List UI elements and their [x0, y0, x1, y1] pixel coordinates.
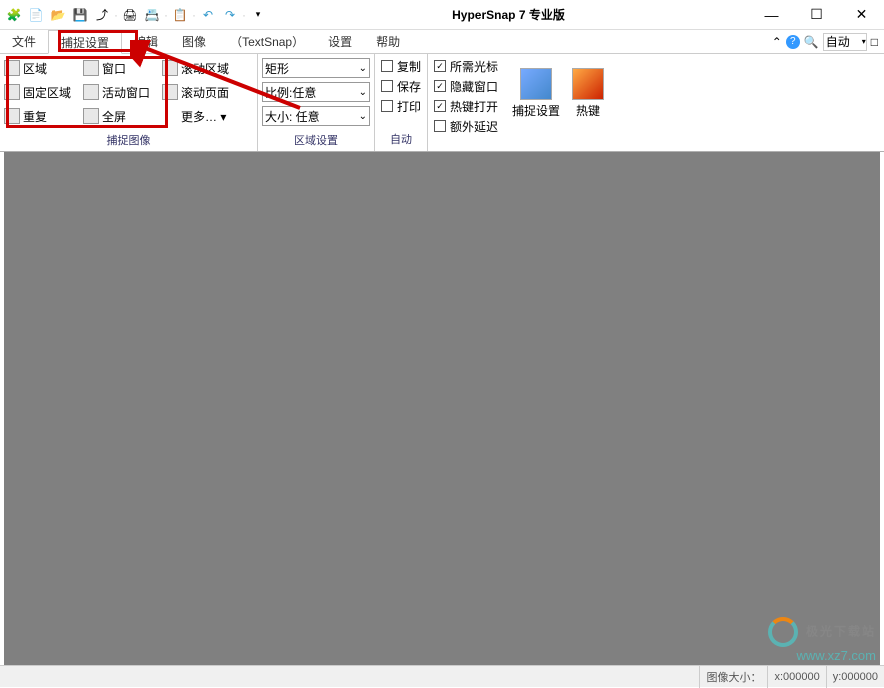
collapse-ribbon-icon[interactable]: ⌃ [772, 35, 782, 49]
ribbon-group-label: 自动 [375, 129, 427, 151]
capture-region-button[interactable]: 区域 [2, 56, 73, 80]
active-window-icon [83, 84, 99, 100]
scroll-region-icon [162, 60, 178, 76]
ribbon-group-region-settings: 矩形 比例:任意 大小: 任意 区域设置 [258, 54, 375, 151]
watermark: 极光下载站 www.xz7.com [768, 617, 876, 663]
check-hide-window[interactable]: ✓隐藏窗口 [430, 76, 502, 96]
ribbon: 区域 固定区域 重复 窗口 活动窗口 全屏 滚动区域 滚动页面 更多… ▾ 捕捉… [0, 54, 884, 152]
status-image-size: 图像大小： [699, 666, 767, 688]
check-extra-delay[interactable]: 额外延迟 [430, 116, 502, 136]
fullscreen-icon [83, 108, 99, 124]
capture-fixed-region-button[interactable]: 固定区域 [2, 80, 73, 104]
hotkeys-button[interactable]: 热键 [566, 56, 610, 131]
menu-edit[interactable]: 编辑 [122, 30, 170, 54]
region-icon [4, 60, 20, 76]
hotkeys-icon [572, 68, 604, 100]
capture-more-button[interactable]: 更多… ▾ [160, 104, 231, 128]
ribbon-group-big-buttons: 捕捉设置 热键 [504, 54, 612, 151]
window-icon [83, 60, 99, 76]
capture-settings-icon [520, 68, 552, 100]
window-buttons: — ☐ ✕ [749, 0, 884, 30]
save-icon[interactable]: 💾 [70, 5, 90, 25]
clipboard-icon[interactable]: 📋 [170, 5, 190, 25]
scroll-page-icon [162, 84, 178, 100]
capture-repeat-button[interactable]: 重复 [2, 104, 73, 128]
minimize-button[interactable]: — [749, 0, 794, 30]
auto-dropdown[interactable]: 自动 [823, 33, 867, 51]
sep: · [164, 8, 168, 22]
ribbon-group-options: ✓所需光标 ✓隐藏窗口 ✓热键打开 额外延迟 [428, 54, 504, 151]
maximize-button[interactable]: ☐ [794, 0, 839, 30]
new-icon[interactable]: 📄 [26, 5, 46, 25]
check-copy[interactable]: 复制 [377, 56, 425, 76]
ribbon-group-capture-image: 区域 固定区域 重复 窗口 活动窗口 全屏 滚动区域 滚动页面 更多… ▾ 捕捉… [0, 54, 258, 151]
ribbon-group-label: 捕捉图像 [0, 130, 257, 152]
capture-scroll-region-button[interactable]: 滚动区域 [160, 56, 231, 80]
menu-file[interactable]: 文件 [0, 30, 48, 54]
capture-scroll-page-button[interactable]: 滚动页面 [160, 80, 231, 104]
ribbon-group-label: 区域设置 [258, 130, 374, 152]
menu-settings[interactable]: 设置 [316, 30, 364, 54]
menu-capture-settings[interactable]: 捕捉设置 [48, 30, 122, 54]
ratio-combo[interactable]: 比例:任意 [262, 82, 370, 102]
undo-icon[interactable]: ↶ [198, 5, 218, 25]
help-icon[interactable]: ? [786, 35, 800, 49]
watermark-logo-icon [768, 617, 798, 647]
capture-active-window-button[interactable]: 活动窗口 [81, 80, 152, 104]
workspace-canvas[interactable] [4, 152, 880, 665]
sep: · [242, 8, 246, 22]
menu-image[interactable]: 图像 [170, 30, 218, 54]
capture-window-button[interactable]: 窗口 [81, 56, 152, 80]
repeat-icon [4, 108, 20, 124]
status-x: x:000000 [767, 666, 825, 688]
export-icon[interactable]: ⤴ [92, 5, 112, 25]
sep: · [192, 8, 196, 22]
fixed-region-icon [4, 84, 20, 100]
maximize-ribbon-icon[interactable]: □ [871, 35, 878, 49]
check-save[interactable]: 保存 [377, 76, 425, 96]
window-title: HyperSnap 7 专业版 [268, 6, 749, 23]
ribbon-group-auto: 复制 保存 打印 自动 [375, 54, 428, 151]
menubar: 文件 捕捉设置 编辑 图像 （TextSnap） 设置 帮助 ⌃ ? 🔍 自动 … [0, 30, 884, 54]
app-icon[interactable]: 🧩 [4, 5, 24, 25]
print-icon[interactable]: 🖨 [120, 5, 140, 25]
capture-fullscreen-button[interactable]: 全屏 [81, 104, 152, 128]
statusbar: 图像大小： x:000000 y:000000 [0, 665, 884, 687]
shape-combo[interactable]: 矩形 [262, 58, 370, 78]
qat-dropdown-icon[interactable]: ▾ [248, 5, 268, 25]
capture-settings-button[interactable]: 捕捉设置 [506, 56, 566, 131]
check-print[interactable]: 打印 [377, 96, 425, 116]
size-combo[interactable]: 大小: 任意 [262, 106, 370, 126]
open-icon[interactable]: 📂 [48, 5, 68, 25]
redo-icon[interactable]: ↷ [220, 5, 240, 25]
email-icon[interactable]: 📇 [142, 5, 162, 25]
check-need-cursor[interactable]: ✓所需光标 [430, 56, 502, 76]
close-button[interactable]: ✕ [839, 0, 884, 30]
menu-help[interactable]: 帮助 [364, 30, 412, 54]
status-y: y:000000 [826, 666, 884, 688]
menu-textsnap[interactable]: （TextSnap） [218, 30, 316, 54]
check-hotkey-open[interactable]: ✓热键打开 [430, 96, 502, 116]
search-icon[interactable]: 🔍 [804, 35, 819, 49]
sep: · [114, 8, 118, 22]
quick-access-toolbar: 🧩 📄 📂 💾 ⤴ · 🖨 📇 · 📋 · ↶ ↷ · ▾ [0, 5, 268, 25]
titlebar: 🧩 📄 📂 💾 ⤴ · 🖨 📇 · 📋 · ↶ ↷ · ▾ HyperSnap … [0, 0, 884, 30]
